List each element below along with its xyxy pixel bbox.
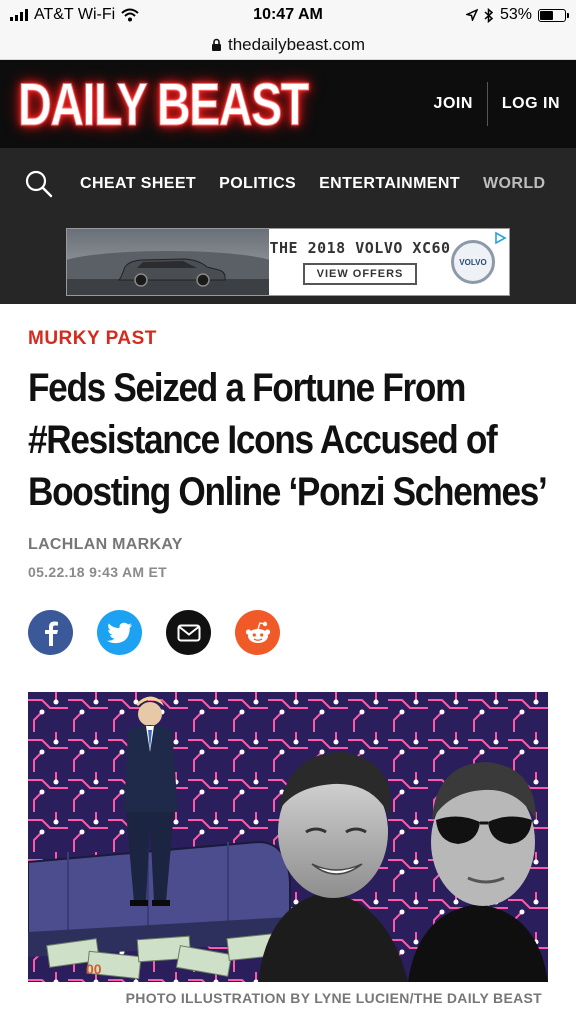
search-button[interactable]	[24, 169, 54, 199]
signal-icon	[10, 9, 28, 21]
photo-illustration: 00	[28, 692, 548, 982]
site-logo[interactable]: DAILY BEAST	[18, 70, 310, 139]
nav-item-politics[interactable]: POLITICS	[219, 175, 296, 193]
share-twitter-button[interactable]	[97, 610, 142, 655]
lock-icon	[211, 38, 221, 51]
car-illustration	[118, 258, 226, 287]
status-left: AT&T Wi-Fi	[10, 6, 139, 24]
share-facebook-button[interactable]	[28, 610, 73, 655]
battery-fill	[540, 10, 553, 20]
nav-item-world[interactable]: WORLD	[483, 175, 545, 193]
svg-text:00: 00	[86, 961, 102, 977]
ad-view-offers-button[interactable]: VIEW OFFERS	[302, 263, 418, 285]
auth-divider	[486, 82, 488, 126]
ad-banner[interactable]: THE 2018 VOLVO XC60 VIEW OFFERS VOLVO	[66, 228, 510, 296]
article-kicker[interactable]: MURKY PAST	[28, 328, 548, 350]
auth-links: JOIN LOG IN	[434, 82, 560, 126]
ad-choices-icon[interactable]	[493, 231, 507, 245]
ad-band: THE 2018 VOLVO XC60 VIEW OFFERS VOLVO	[0, 220, 576, 304]
battery-percent: 53%	[499, 6, 532, 23]
article-author[interactable]: LACHLAN MARKAY	[28, 536, 548, 554]
ad-car-image	[67, 229, 269, 295]
carrier-label: AT&T Wi-Fi	[34, 6, 116, 23]
article-date: 05.22.18 9:43 AM ET	[28, 564, 168, 580]
url-text[interactable]: thedailybeast.com	[228, 35, 365, 55]
image-caption: PHOTO ILLUSTRATION BY LYNE LUCIEN/THE DA…	[125, 990, 542, 1006]
bluetooth-icon	[484, 7, 494, 23]
wifi-icon	[121, 8, 139, 22]
address-bar[interactable]: thedailybeast.com	[0, 30, 576, 60]
share-reddit-button[interactable]	[235, 610, 280, 655]
login-button[interactable]: LOG IN	[502, 95, 560, 113]
ad-brand-logo: VOLVO	[451, 240, 495, 284]
share-email-button[interactable]	[166, 610, 211, 655]
reddit-icon	[245, 621, 270, 643]
search-icon	[25, 170, 53, 198]
share-bar	[28, 610, 548, 655]
article: MURKY PAST Feds Seized a Fortune From #R…	[0, 328, 576, 655]
email-icon	[177, 624, 200, 641]
twitter-icon	[106, 622, 132, 643]
facebook-icon	[44, 621, 58, 646]
article-headline: Feds Seized a Fortune From #Resistance I…	[28, 366, 548, 514]
article-hero-image[interactable]: 00	[28, 692, 548, 982]
site-header: DAILY BEAST JOIN LOG IN	[0, 60, 576, 148]
section-nav: CHEAT SHEET POLITICS ENTERTAINMENT WORLD	[0, 148, 576, 220]
nav-item-entertainment[interactable]: ENTERTAINMENT	[319, 175, 460, 193]
ad-copy: THE 2018 VOLVO XC60 VIEW OFFERS	[269, 229, 451, 295]
status-right: 53%	[465, 6, 569, 24]
battery-icon	[538, 8, 569, 22]
nav-item-cheat-sheet[interactable]: CHEAT SHEET	[80, 175, 196, 193]
status-bar: AT&T Wi-Fi 10:47 AM 53%	[0, 0, 576, 30]
location-arrow-icon	[465, 9, 478, 21]
join-button[interactable]: JOIN	[434, 95, 473, 113]
ad-title: THE 2018 VOLVO XC60	[269, 239, 451, 257]
